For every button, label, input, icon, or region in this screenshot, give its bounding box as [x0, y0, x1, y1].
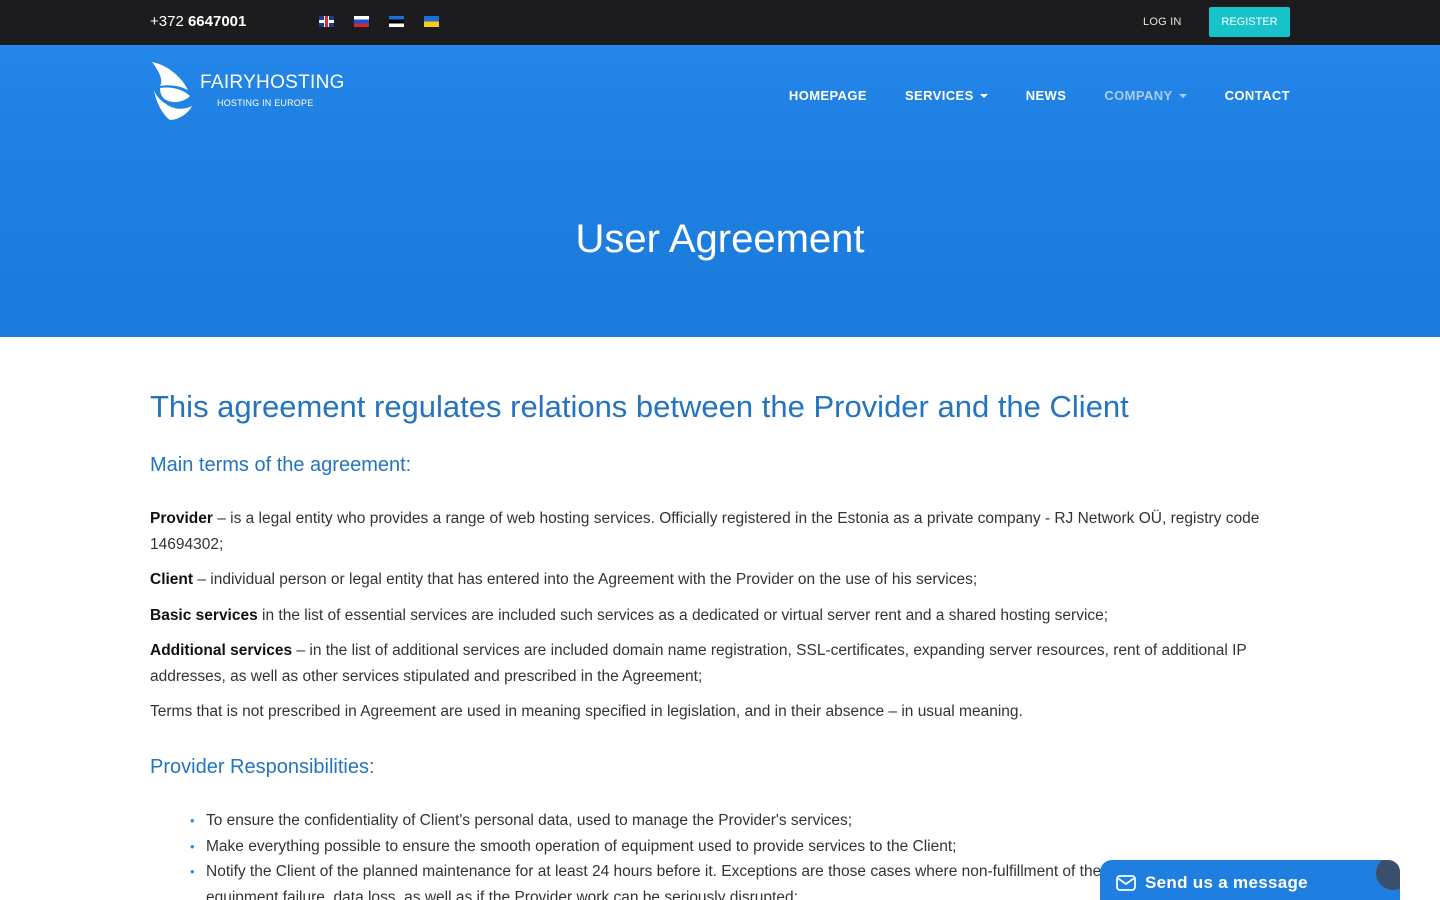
bullet-icon: • [190, 813, 195, 828]
caret-down-icon [979, 93, 988, 98]
flag-en-icon[interactable] [319, 16, 334, 27]
login-link[interactable]: LOG IN [1143, 16, 1182, 28]
term-client: Client – individual person or legal enti… [150, 571, 978, 588]
nav-company[interactable]: COMPANY [1104, 88, 1187, 103]
flag-ua-icon[interactable] [424, 16, 439, 27]
nav-homepage[interactable]: HOMEPAGE [789, 88, 867, 103]
term-provider: Provider – is a legal entity who provide… [150, 510, 1260, 553]
flag-ee-icon[interactable] [389, 16, 404, 27]
envelope-icon [1116, 875, 1136, 891]
page-title: User Agreement [575, 217, 865, 261]
flag-ru-icon[interactable] [354, 16, 369, 27]
term-basic-services: Basic services in the list of essential … [150, 607, 1109, 624]
terms-note: Terms that is not prescribed in Agreemen… [150, 703, 1023, 720]
logo-tagline: HOSTING IN EUROPE [217, 98, 314, 108]
main-nav: HOMEPAGE SERVICES NEWS COMPANY CONTACT [789, 88, 1290, 103]
register-button[interactable]: REGISTER [1209, 7, 1290, 37]
main-heading: This agreement regulates relations betwe… [150, 389, 1129, 424]
top-bar: +372 6647001 LOG IN REGISTER [0, 0, 1440, 45]
nav-contact[interactable]: CONTACT [1225, 88, 1290, 103]
chat-label: Send us a message [1145, 873, 1308, 892]
caret-down-icon [1178, 93, 1187, 98]
chat-avatar-icon [1376, 860, 1400, 890]
logo-name: FAIRYHOSTING [200, 72, 345, 93]
phone-prefix: +372 [150, 13, 184, 30]
chat-widget[interactable]: Send us a message [1100, 860, 1400, 900]
list-item: • Make everything possible to ensure the … [190, 834, 1290, 860]
list-item: • To ensure the confidentiality of Client… [190, 808, 1290, 834]
site-header: FAIRYHOSTING HOSTING IN EUROPE HOMEPAGE … [0, 45, 1440, 337]
terms-heading: Main terms of the agreement: [150, 454, 412, 476]
bullet-icon: • [190, 838, 195, 854]
language-switcher [319, 16, 439, 27]
bullet-icon: • [190, 864, 195, 879]
nav-services[interactable]: SERVICES [905, 88, 988, 103]
phone-digits: 6647001 [187, 13, 247, 30]
term-additional-services: Additional services – in the list of add… [150, 642, 1247, 685]
nav-news[interactable]: NEWS [1026, 88, 1067, 103]
responsibilities-heading: Provider Responsibilities: [150, 756, 375, 778]
site-logo[interactable]: FAIRYHOSTING HOSTING IN EUROPE [150, 60, 344, 124]
fairy-wing-icon [152, 62, 192, 120]
phone-number[interactable]: +372 6647001 [150, 13, 246, 30]
